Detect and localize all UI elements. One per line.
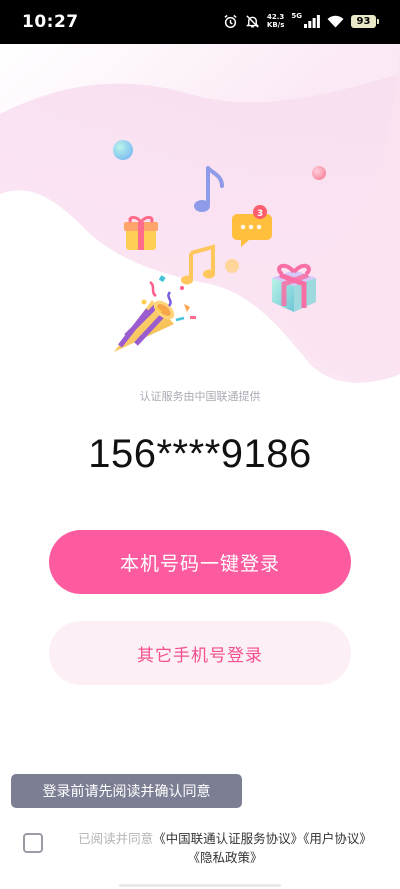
service-agreement-link[interactable]: 《中国联通认证服务协议》 (153, 831, 303, 846)
user-agreement-link[interactable]: 《用户协议》 (303, 831, 372, 846)
gift-box-icon (124, 215, 158, 250)
privacy-policy-link[interactable]: 《隐私政策》 (187, 850, 262, 865)
provider-text: 认证服务由中国联通提供 (139, 390, 261, 403)
battery-icon: 93 (351, 14, 379, 28)
net-speed-value: 42.3 (266, 13, 285, 21)
net-speed-unit: KB/s (266, 21, 285, 29)
bubble-icon (312, 166, 326, 180)
agreement-prefix: 已阅读并同意 (78, 831, 154, 846)
net-speed: 42.3 KB/s (267, 13, 284, 29)
agreement-text: 已阅读并同意《中国联通认证服务协议》《用户协议》《隐私政策》 (60, 829, 390, 867)
home-indicator[interactable] (119, 884, 281, 887)
wifi-icon (327, 15, 344, 28)
bubble-icon (113, 140, 133, 160)
network-type: 5G (291, 12, 302, 20)
one-click-login-button[interactable]: 本机号码一键登录 (49, 530, 351, 594)
hero-illustration: 3 (0, 44, 400, 390)
other-phone-login-button[interactable]: 其它手机号登录 (49, 621, 351, 685)
notification-count: 3 (257, 209, 263, 219)
mute-bell-icon (245, 14, 260, 29)
signal-icon (304, 14, 320, 28)
status-icons: 42.3 KB/s 5G 93 (223, 12, 379, 29)
agreement-tooltip: 登录前请先阅读并确认同意 (11, 774, 242, 808)
agreement-checkbox[interactable] (23, 833, 43, 853)
masked-phone-number: 156****9186 (88, 432, 312, 476)
alarm-icon (223, 14, 238, 29)
status-time: 10:27 (22, 12, 79, 32)
status-bar: 10:27 42.3 KB/s 5G 93 (0, 0, 400, 44)
